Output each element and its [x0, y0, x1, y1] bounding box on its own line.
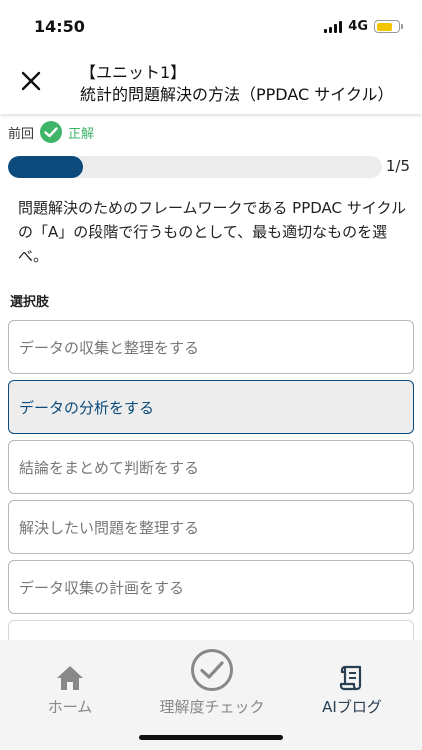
- choice-option[interactable]: データの収集と整理をする: [8, 320, 414, 374]
- page-title: 【ユニット1】 統計的問題解決の方法（PPDAC サイクル）: [80, 62, 393, 106]
- progress-fill: [8, 156, 83, 178]
- nav-home-label: ホーム: [47, 698, 93, 716]
- check-circle-outline-icon: [191, 649, 233, 691]
- progress-bar: [8, 156, 382, 178]
- lesson-title: 統計的問題解決の方法（PPDAC サイクル）: [80, 85, 394, 104]
- choice-option[interactable]: データ収集の計画をする: [8, 560, 414, 614]
- battery-fill: [376, 22, 393, 31]
- status-bar: 14:50 4G: [0, 0, 422, 50]
- nav-blog-label: AIブログ: [322, 698, 382, 716]
- nav-home[interactable]: ホーム: [30, 648, 110, 717]
- status-time: 14:50: [34, 17, 85, 36]
- home-icon: [57, 666, 83, 690]
- nav-check-label: 理解度チェック: [159, 698, 265, 716]
- document-icon: [339, 665, 362, 691]
- choice-option[interactable]: データの分析をする: [8, 380, 414, 434]
- status-indicators: 4G: [324, 19, 403, 34]
- choice-option[interactable]: 解決したい問題を整理する: [8, 500, 414, 554]
- signal-icon: [324, 20, 343, 33]
- choice-option[interactable]: 結論をまとめて判断をする: [8, 440, 414, 494]
- choice-list: データの収集と整理をする データの分析をする 結論をまとめて判断をする 解決した…: [8, 320, 414, 680]
- check-circle-icon: [40, 121, 63, 143]
- nav-blog[interactable]: AIブログ: [312, 648, 392, 717]
- network-type: 4G: [348, 19, 368, 34]
- header: 【ユニット1】 統計的問題解決の方法（PPDAC サイクル）: [0, 50, 422, 114]
- close-icon[interactable]: [20, 70, 42, 92]
- progress-count: 1/5: [385, 157, 410, 175]
- nav-check[interactable]: 理解度チェック: [150, 648, 274, 717]
- previous-result-text: 正解: [68, 126, 95, 142]
- previous-label: 前回: [8, 126, 35, 142]
- choices-heading: 選択肢: [10, 295, 50, 310]
- battery-icon: [374, 20, 403, 33]
- question-text: 問題解決のためのフレームワークである PPDAC サイクルの「A」の段階で行うも…: [18, 199, 407, 265]
- previous-result: 前回 正解: [8, 121, 94, 143]
- unit-label: 【ユニット1】: [80, 63, 187, 82]
- home-indicator: [139, 735, 283, 740]
- bottom-nav: ホーム 理解度チェック AIブログ: [0, 640, 422, 750]
